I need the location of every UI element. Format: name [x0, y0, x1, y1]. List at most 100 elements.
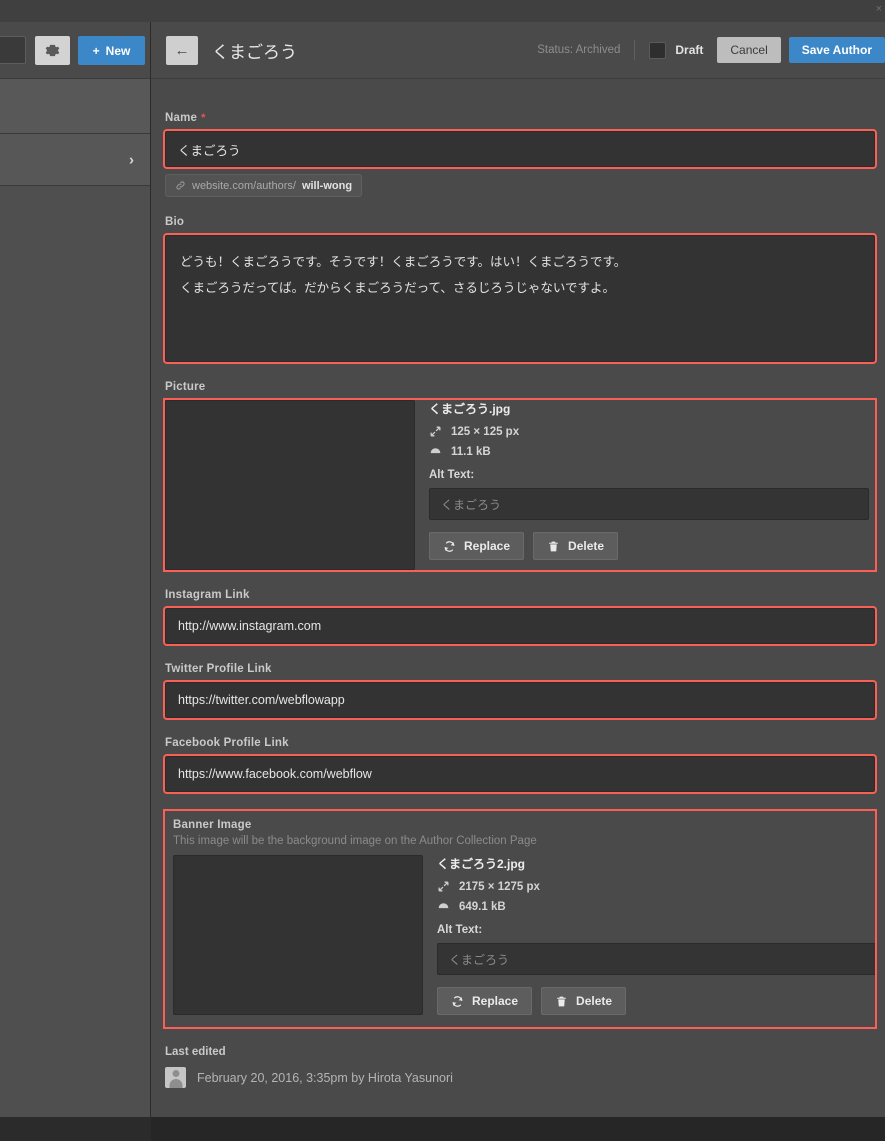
draft-label: Draft [675, 43, 704, 57]
gauge-icon [430, 448, 441, 454]
status-badge: Status: Archived [537, 44, 621, 56]
banner-file-size: 649.1 kB [459, 900, 506, 913]
back-arrow-icon: ← [174, 41, 190, 59]
field-bio: Bio どうも！くまごろうです。そうです！くまごろうです。はい！くまごろうです。… [163, 216, 877, 364]
field-label-picture: Picture [165, 381, 206, 393]
field-twitter: Twitter Profile Link https://twitter.com… [163, 663, 877, 720]
banner-image [179, 865, 417, 1005]
banner-delete-button[interactable]: Delete [541, 987, 627, 1015]
banner-info: くまごろう2.jpg 2175 × 1275 px 649.1 kB Alt T… [423, 855, 883, 1015]
link-icon [176, 181, 185, 190]
last-edited-value: February 20, 2016, 3:35pm by Hirota Yasu… [197, 1070, 453, 1085]
banner-actions: Replace Delete [437, 987, 883, 1015]
banner-alt-input[interactable]: くまごろう [437, 943, 877, 975]
field-label-instagram: Instagram Link [165, 589, 250, 601]
bottom-bar-inner [151, 1117, 885, 1141]
cancel-button[interactable]: Cancel [717, 37, 781, 63]
field-banner-image: Banner Image This image will be the back… [163, 809, 877, 1029]
picture-alt-label: Alt Text: [429, 469, 475, 481]
field-label-banner: Banner Image [173, 819, 252, 831]
name-input[interactable]: くまごろう [163, 129, 877, 169]
last-edited-section: Last edited February 20, 2016, 3:35pm by… [165, 1046, 875, 1088]
plus-icon: + [92, 43, 100, 58]
field-name: Name * くまごろう website.com/authors/will-won… [163, 112, 877, 197]
banner-alt-label: Alt Text: [437, 924, 483, 936]
save-button-label: Save Author [801, 43, 872, 57]
field-facebook: Facebook Profile Link https://www.facebo… [163, 737, 877, 794]
banner-dimensions-row: 2175 × 1275 px [437, 880, 883, 893]
facebook-input[interactable]: https://www.facebook.com/webflow [163, 754, 877, 794]
banner-replace-label: Replace [472, 994, 519, 1008]
bio-textarea[interactable]: どうも！くまごろうです。そうです！くまごろうです。はい！くまごろうです。 くまご… [163, 233, 877, 364]
gear-icon [45, 44, 60, 57]
picture-image [228, 423, 353, 548]
bio-line-2: くまごろうだってば。だからくまごろうだって、さるじろうじゃないですよ。 [180, 281, 616, 296]
resize-icon [438, 881, 449, 892]
twitter-input[interactable]: https://twitter.com/webflowapp [163, 680, 877, 720]
new-button-label: New [105, 43, 131, 58]
field-label-twitter: Twitter Profile Link [165, 663, 272, 675]
editor-header: ← くまごろう Status: Archived Draft Cancel Sa… [151, 22, 885, 79]
picture-alt-input[interactable]: くまごろう [429, 488, 869, 520]
picture-dimensions-row: 125 × 125 px [429, 425, 875, 438]
trash-icon [557, 996, 566, 1006]
slug-prefix: website.com/authors/ [192, 179, 296, 192]
gauge-icon [438, 903, 449, 909]
picture-info: くまごろう.jpg 125 × 125 px 11.1 kB Alt Text:… [415, 400, 875, 570]
picture-actions: Replace Delete [429, 532, 875, 560]
editor-header-actions: Status: Archived Draft Cancel Save Autho… [537, 37, 885, 63]
banner-file-name: くまごろう2.jpg [437, 857, 526, 871]
last-edited-row: February 20, 2016, 3:35pm by Hirota Yasu… [165, 1067, 875, 1088]
divider [634, 40, 636, 60]
picture-delete-label: Delete [568, 539, 605, 553]
slug-value: will-wong [301, 179, 353, 192]
new-item-button[interactable]: + New [78, 36, 145, 65]
draft-checkbox[interactable] [649, 41, 667, 59]
field-label-name: Name * [165, 112, 875, 124]
picture-size-row: 11.1 kB [429, 445, 875, 458]
banner-help-text: This image will be the background image … [173, 835, 537, 847]
window-title-bar: × [0, 0, 885, 22]
left-panel-toolbar: + New [0, 22, 150, 79]
close-icon[interactable]: × [876, 4, 882, 15]
picture-media-block: くまごろう.jpg 125 × 125 px 11.1 kB Alt Text:… [163, 398, 877, 572]
avatar [165, 1067, 186, 1088]
save-author-button[interactable]: Save Author [788, 37, 885, 63]
picture-thumbnail[interactable] [165, 400, 415, 570]
banner-size-row: 649.1 kB [437, 900, 883, 913]
page-title: くまごろう [212, 42, 297, 62]
search-input[interactable] [0, 36, 26, 64]
field-label-bio: Bio [165, 216, 185, 228]
field-picture: Picture くまごろう.jpg 125 × 125 px 11.1 kB A… [163, 381, 877, 572]
picture-replace-label: Replace [464, 539, 511, 553]
slug-chip[interactable]: website.com/authors/will-wong [165, 174, 363, 197]
instagram-input[interactable]: http://www.instagram.com [163, 606, 877, 646]
refresh-icon [452, 995, 463, 1007]
picture-file-name: くまごろう.jpg [429, 402, 511, 416]
refresh-icon [444, 540, 455, 552]
settings-button[interactable] [35, 36, 70, 65]
banner-replace-button[interactable]: Replace [437, 987, 533, 1015]
banner-thumbnail[interactable] [173, 855, 423, 1015]
banner-dimensions: 2175 × 1275 px [459, 880, 540, 893]
field-label-facebook: Facebook Profile Link [165, 737, 289, 749]
editor-form: Name * くまごろう website.com/authors/will-won… [151, 80, 885, 1117]
author-editor-panel: ← くまごろう Status: Archived Draft Cancel Sa… [151, 22, 885, 1117]
left-collection-panel: + New › [0, 22, 150, 1117]
back-button[interactable]: ← [166, 35, 198, 65]
field-instagram: Instagram Link http://www.instagram.com [163, 589, 877, 646]
resize-icon [430, 426, 441, 437]
trash-icon [549, 541, 558, 551]
app-root: × + New › ← くまごろう Status: Archived Draft… [0, 0, 885, 1141]
bio-line-1: どうも！くまごろうです。そうです！くまごろうです。はい！くまごろうです。 [180, 255, 627, 269]
chevron-right-icon: › [129, 151, 134, 168]
picture-file-size: 11.1 kB [451, 445, 491, 458]
picture-delete-button[interactable]: Delete [533, 532, 619, 560]
picture-dimensions: 125 × 125 px [451, 425, 520, 438]
picture-replace-button[interactable]: Replace [429, 532, 525, 560]
last-edited-label: Last edited [165, 1046, 226, 1058]
bottom-bar [0, 1117, 885, 1141]
list-body [0, 186, 150, 1117]
list-item[interactable] [0, 79, 150, 134]
list-item[interactable]: › [0, 134, 150, 186]
